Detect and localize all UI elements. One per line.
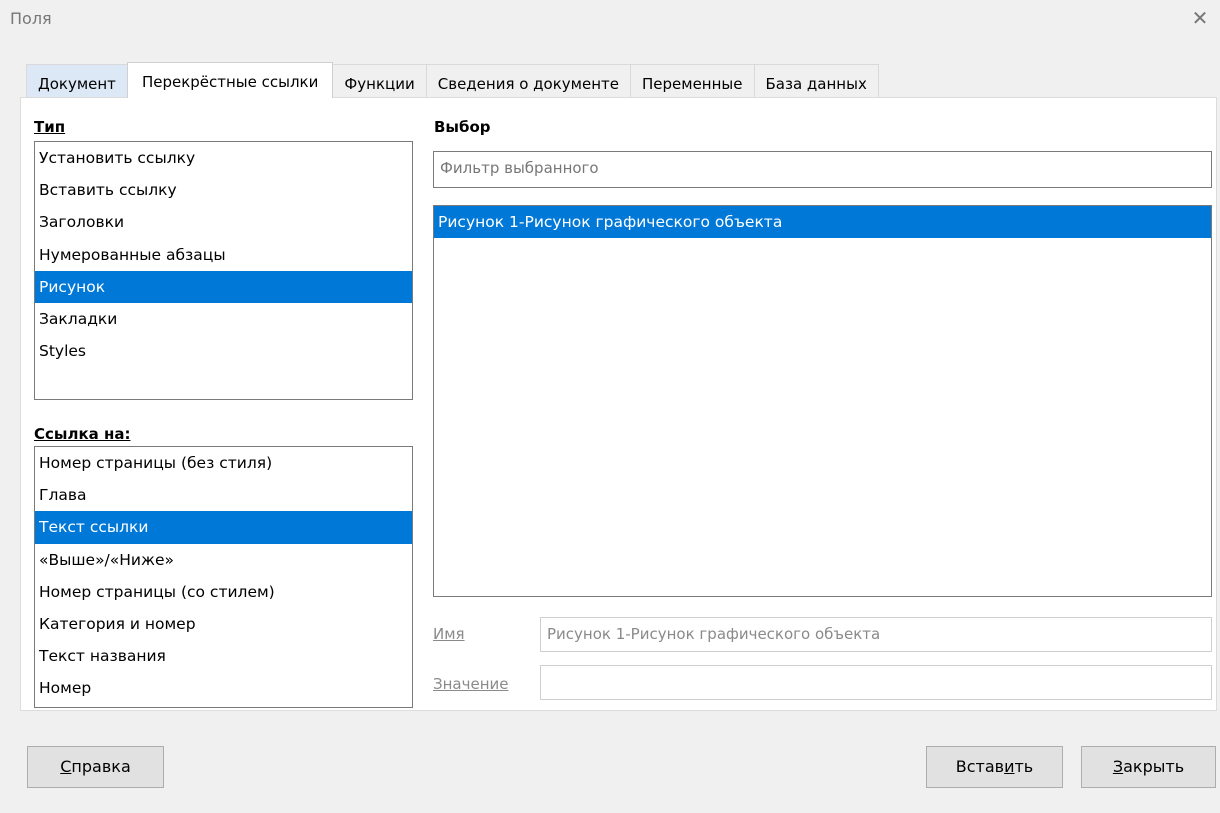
reference-item[interactable]: Номер страницы (без стиля) — [35, 447, 412, 479]
filter-input[interactable]: Фильтр выбранного — [433, 151, 1212, 188]
type-item[interactable]: Вставить ссылку — [35, 174, 412, 206]
selection-label: Выбор — [434, 118, 491, 136]
reference-label: Ссылка на: — [34, 425, 131, 443]
reference-item[interactable]: Глава — [35, 479, 412, 511]
close-button[interactable]: Закрыть — [1081, 746, 1216, 788]
name-label: Имя — [433, 625, 465, 643]
selection-item-selected[interactable]: Рисунок 1-Рисунок графического объекта — [434, 206, 1211, 239]
help-accel: С — [60, 757, 72, 776]
reference-item-selected[interactable]: Текст ссылки — [35, 511, 412, 544]
tab-panel: Тип Установить ссылку Вставить ссылку За… — [20, 97, 1217, 711]
tab-bar: Документ Перекрёстные ссылки Функции Све… — [26, 62, 879, 98]
reference-item[interactable]: Текст названия — [35, 640, 412, 672]
tab-document[interactable]: Документ — [26, 64, 128, 98]
type-item[interactable]: Styles — [35, 335, 412, 367]
tab-document-info[interactable]: Сведения о документе — [425, 64, 631, 98]
window-title: Поля — [10, 9, 52, 28]
insert-button[interactable]: Вставить — [926, 746, 1063, 788]
tab-functions[interactable]: Функции — [332, 64, 427, 98]
type-label: Тип — [34, 118, 66, 136]
value-field[interactable] — [540, 665, 1212, 700]
insert-accel: и — [1004, 757, 1015, 776]
close-label: акрыть — [1123, 757, 1185, 776]
title-bar: Поля ✕ — [0, 0, 1220, 40]
help-button[interactable]: Справка — [27, 746, 164, 788]
close-icon[interactable]: ✕ — [1186, 4, 1214, 32]
insert-label-pre: Встав — [955, 757, 1005, 776]
reference-item[interactable]: Категория и номер — [35, 608, 412, 640]
insert-label-post: ть — [1014, 757, 1034, 776]
value-label: Значение — [433, 675, 509, 693]
type-item-selected[interactable]: Рисунок — [35, 270, 412, 303]
reference-item[interactable]: Номер страницы (со стилем) — [35, 576, 412, 608]
tab-cross-references[interactable]: Перекрёстные ссылки — [126, 62, 334, 98]
name-field[interactable]: Рисунок 1-Рисунок графического объекта — [540, 617, 1212, 652]
tab-variables[interactable]: Переменные — [630, 64, 755, 98]
reference-item[interactable]: «Выше»/«Ниже» — [35, 544, 412, 576]
type-listbox[interactable]: Установить ссылку Вставить ссылку Заголо… — [34, 141, 413, 400]
help-label: правка — [71, 757, 131, 776]
reference-item[interactable]: Номер — [35, 672, 412, 704]
type-item[interactable]: Заголовки — [35, 206, 412, 238]
type-item[interactable]: Нумерованные абзацы — [35, 239, 412, 271]
selection-listbox[interactable]: Рисунок 1-Рисунок графического объекта — [433, 205, 1212, 597]
tab-database[interactable]: База данных — [753, 64, 879, 98]
reference-listbox[interactable]: Номер страницы (без стиля) Глава Текст с… — [34, 446, 413, 708]
type-item[interactable]: Закладки — [35, 303, 412, 335]
type-item[interactable]: Установить ссылку — [35, 142, 412, 174]
close-accel: З — [1112, 757, 1124, 776]
